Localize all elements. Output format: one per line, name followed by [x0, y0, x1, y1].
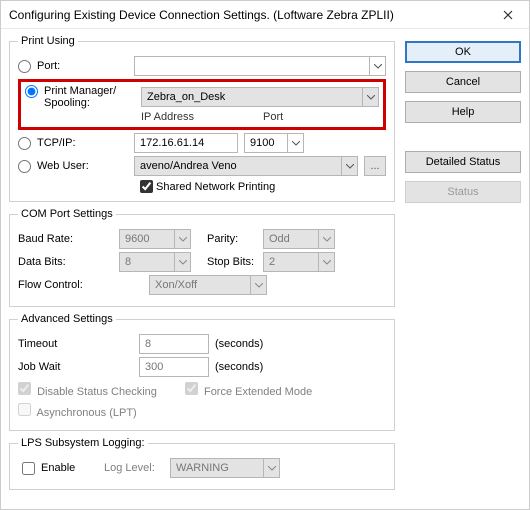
async-lpt-checkbox[interactable] [18, 403, 31, 416]
print-using-group: Print Using Port: [9, 35, 395, 202]
lps-enable-checkbox[interactable] [22, 462, 35, 475]
parity-label: Parity: [207, 233, 257, 245]
ip-address-label: IP Address [141, 111, 263, 123]
radio-port-label[interactable]: Port: [18, 60, 128, 73]
print-using-legend: Print Using [18, 35, 78, 47]
force-extended-check[interactable]: Force Extended Mode [185, 382, 312, 398]
web-user-dropdown[interactable]: aveno/Andrea Veno [134, 156, 358, 176]
com-port-legend: COM Port Settings [18, 208, 116, 220]
dialog-window: Configuring Existing Device Connection S… [0, 0, 530, 510]
chevron-down-icon [250, 276, 266, 294]
help-button[interactable]: Help [405, 101, 521, 123]
parity-dropdown[interactable]: Odd [263, 229, 335, 249]
force-extended-checkbox[interactable] [185, 382, 198, 395]
port-dropdown[interactable] [134, 56, 386, 76]
chevron-down-icon [174, 230, 190, 248]
timeout-input[interactable]: 8 [139, 334, 209, 354]
disable-status-checkbox[interactable] [18, 382, 31, 395]
shared-network-label: Shared Network Printing [156, 181, 275, 193]
radio-print-manager-label[interactable]: Print Manager/ Spooling: [25, 85, 135, 109]
flow-control-label: Flow Control: [18, 279, 113, 291]
jobwait-input[interactable]: 300 [139, 357, 209, 377]
chevron-down-icon [362, 88, 378, 106]
data-bits-dropdown[interactable]: 8 [119, 252, 191, 272]
close-icon [503, 10, 513, 20]
log-level-dropdown[interactable]: WARNING [170, 458, 280, 478]
async-lpt-check[interactable]: Asynchronous (LPT) [18, 403, 137, 419]
radio-tcpip[interactable] [18, 137, 31, 150]
radio-web-user-label[interactable]: Web User: [18, 160, 128, 173]
stop-bits-dropdown[interactable]: 2 [263, 252, 335, 272]
baud-rate-label: Baud Rate: [18, 233, 113, 245]
data-bits-label: Data Bits: [18, 256, 113, 268]
log-level-label: Log Level: [104, 462, 164, 474]
print-manager-highlight: Print Manager/ Spooling: Zebra_on_Desk I… [18, 79, 386, 130]
baud-rate-dropdown[interactable]: 9600 [119, 229, 191, 249]
timeout-units: (seconds) [215, 338, 263, 350]
status-button[interactable]: Status [405, 181, 521, 203]
chevron-down-icon [369, 57, 385, 75]
jobwait-label: Job Wait [18, 361, 133, 373]
chevron-down-icon [318, 230, 334, 248]
timeout-label: Timeout [18, 338, 133, 350]
detailed-status-button[interactable]: Detailed Status [405, 151, 521, 173]
close-button[interactable] [487, 1, 529, 29]
advanced-legend: Advanced Settings [18, 313, 116, 325]
shared-network-checkbox[interactable] [140, 180, 153, 193]
lps-enable-check[interactable]: Enable [18, 459, 98, 478]
cancel-button[interactable]: Cancel [405, 71, 521, 93]
chevron-down-icon [287, 134, 303, 152]
advanced-group: Advanced Settings Timeout 8 (seconds) Jo… [9, 313, 395, 431]
radio-tcpip-label[interactable]: TCP/IP: [18, 137, 128, 150]
print-manager-dropdown[interactable]: Zebra_on_Desk [141, 87, 379, 107]
lps-group: LPS Subsystem Logging: Enable Log Level:… [9, 437, 395, 490]
chevron-down-icon [263, 459, 279, 477]
ok-button[interactable]: OK [405, 41, 521, 63]
chevron-down-icon [318, 253, 334, 271]
titlebar: Configuring Existing Device Connection S… [1, 1, 529, 29]
web-user-browse-button[interactable]: ... [364, 156, 386, 176]
chevron-down-icon [341, 157, 357, 175]
stop-bits-label: Stop Bits: [207, 256, 257, 268]
flow-control-dropdown[interactable]: Xon/Xoff [149, 275, 267, 295]
radio-port[interactable] [18, 60, 31, 73]
com-port-group: COM Port Settings Baud Rate: 9600 Parity… [9, 208, 395, 307]
tcpip-port-dropdown[interactable]: 9100 [244, 133, 304, 153]
jobwait-units: (seconds) [215, 361, 263, 373]
disable-status-check[interactable]: Disable Status Checking [18, 382, 157, 398]
chevron-down-icon [174, 253, 190, 271]
window-title: Configuring Existing Device Connection S… [9, 8, 394, 22]
lps-legend: LPS Subsystem Logging: [18, 437, 148, 449]
radio-web-user[interactable] [18, 160, 31, 173]
port-label: Port [263, 111, 283, 123]
radio-print-manager[interactable] [25, 85, 38, 98]
tcpip-ip-input[interactable]: 172.16.61.14 [134, 133, 238, 153]
